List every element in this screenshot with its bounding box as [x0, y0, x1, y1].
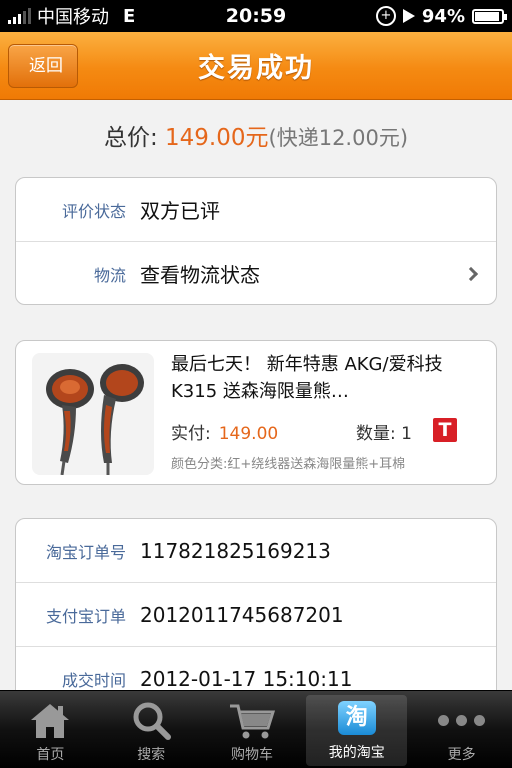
- tab-home-label: 首页: [36, 747, 65, 763]
- tmall-icon: T: [433, 418, 457, 442]
- play-icon: [402, 9, 415, 23]
- taobao-order-label: 淘宝订单号: [45, 542, 126, 562]
- product-title[interactable]: 最后七天！ 新年特惠 AKG/爱科技 K315 送森海限量熊…: [171, 351, 471, 405]
- deal-time-label: 成交时间: [61, 671, 126, 690]
- alipay-order-value: 2012011745687201: [140, 602, 344, 627]
- cart-icon: [228, 698, 276, 742]
- tab-search[interactable]: 搜索: [101, 691, 202, 768]
- paid-label: 实付:: [171, 424, 211, 444]
- tab-bar: 首页 搜索 购物车 淘 我的淘宝 更多: [0, 690, 512, 768]
- tab-cart-label: 购物车: [230, 747, 273, 763]
- status-time: 20:59: [225, 5, 287, 27]
- back-button[interactable]: 返回: [8, 44, 78, 88]
- status-right: + 94%: [375, 5, 507, 27]
- paid-amount: 实付: 149.00: [171, 419, 278, 444]
- alipay-order-row: 支付宝订单 2012011745687201: [16, 583, 496, 647]
- carrier-name: 中国移动: [37, 7, 109, 28]
- product-spec: 颜色分类:红+绕线器送森海限量熊+耳棉: [171, 457, 406, 472]
- paid-value: 149.00: [218, 424, 279, 444]
- product-image[interactable]: [32, 353, 154, 475]
- tab-more-label: 更多: [447, 747, 476, 763]
- tab-search-label: 搜索: [137, 747, 166, 763]
- chevron-right-icon: [463, 266, 479, 281]
- shipping-fee: (快递12.00元): [268, 126, 409, 150]
- battery-icon: [472, 8, 507, 24]
- logistics-link: 查看物流状态: [140, 263, 260, 287]
- alipay-order-label: 支付宝订单: [45, 606, 126, 626]
- signal-strength-icon: [8, 8, 31, 24]
- total-price: 149.00元: [165, 125, 269, 151]
- status-bar: 中国移动 E 20:59 + 94%: [0, 0, 512, 32]
- tab-my-taobao-label: 我的淘宝: [328, 745, 385, 761]
- review-status-value: 双方已评: [140, 199, 220, 223]
- nav-bar: 返回 交易成功: [0, 32, 512, 100]
- quantity: 数量: 1: [356, 424, 412, 444]
- logistics-label: 物流: [93, 265, 126, 285]
- review-status-row: 评价状态 双方已评: [16, 178, 496, 242]
- more-icon: [438, 698, 486, 742]
- earphones-image: [46, 364, 144, 475]
- tab-more[interactable]: 更多: [411, 691, 512, 768]
- battery-percent: 94%: [421, 5, 465, 27]
- network-type: E: [123, 5, 136, 27]
- order-info-card: 淘宝订单号 117821825169213 支付宝订单 201201174568…: [15, 518, 497, 718]
- taobao-icon: 淘: [337, 701, 376, 735]
- taobao-order-value: 117821825169213: [140, 538, 331, 563]
- tab-home[interactable]: 首页: [0, 691, 101, 768]
- tab-cart[interactable]: 购物车: [202, 691, 303, 768]
- tab-my-taobao[interactable]: 淘 我的淘宝: [306, 695, 408, 766]
- deal-time-value: 2012-01-17 15:10:11: [140, 667, 353, 691]
- home-icon: [29, 698, 71, 742]
- taobao-icon-wrap: 淘: [337, 696, 376, 740]
- logistics-row[interactable]: 物流 查看物流状态: [16, 242, 496, 305]
- total-label: 总价:: [103, 125, 166, 151]
- page-title: 交易成功: [198, 53, 314, 84]
- product-card[interactable]: 最后七天！ 新年特惠 AKG/爱科技 K315 送森海限量熊… 实付: 149.0…: [15, 340, 497, 485]
- search-icon: [130, 698, 172, 742]
- rotation-lock-icon: +: [375, 6, 396, 26]
- total-price-line: 总价: 149.00元(快递12.00元): [0, 118, 512, 152]
- status-left: 中国移动 E: [8, 3, 135, 29]
- status-card: 评价状态 双方已评 物流 查看物流状态: [15, 177, 497, 305]
- taobao-order-row: 淘宝订单号 117821825169213: [16, 519, 496, 583]
- review-status-label: 评价状态: [61, 201, 126, 221]
- back-button-label: 返回: [29, 56, 63, 76]
